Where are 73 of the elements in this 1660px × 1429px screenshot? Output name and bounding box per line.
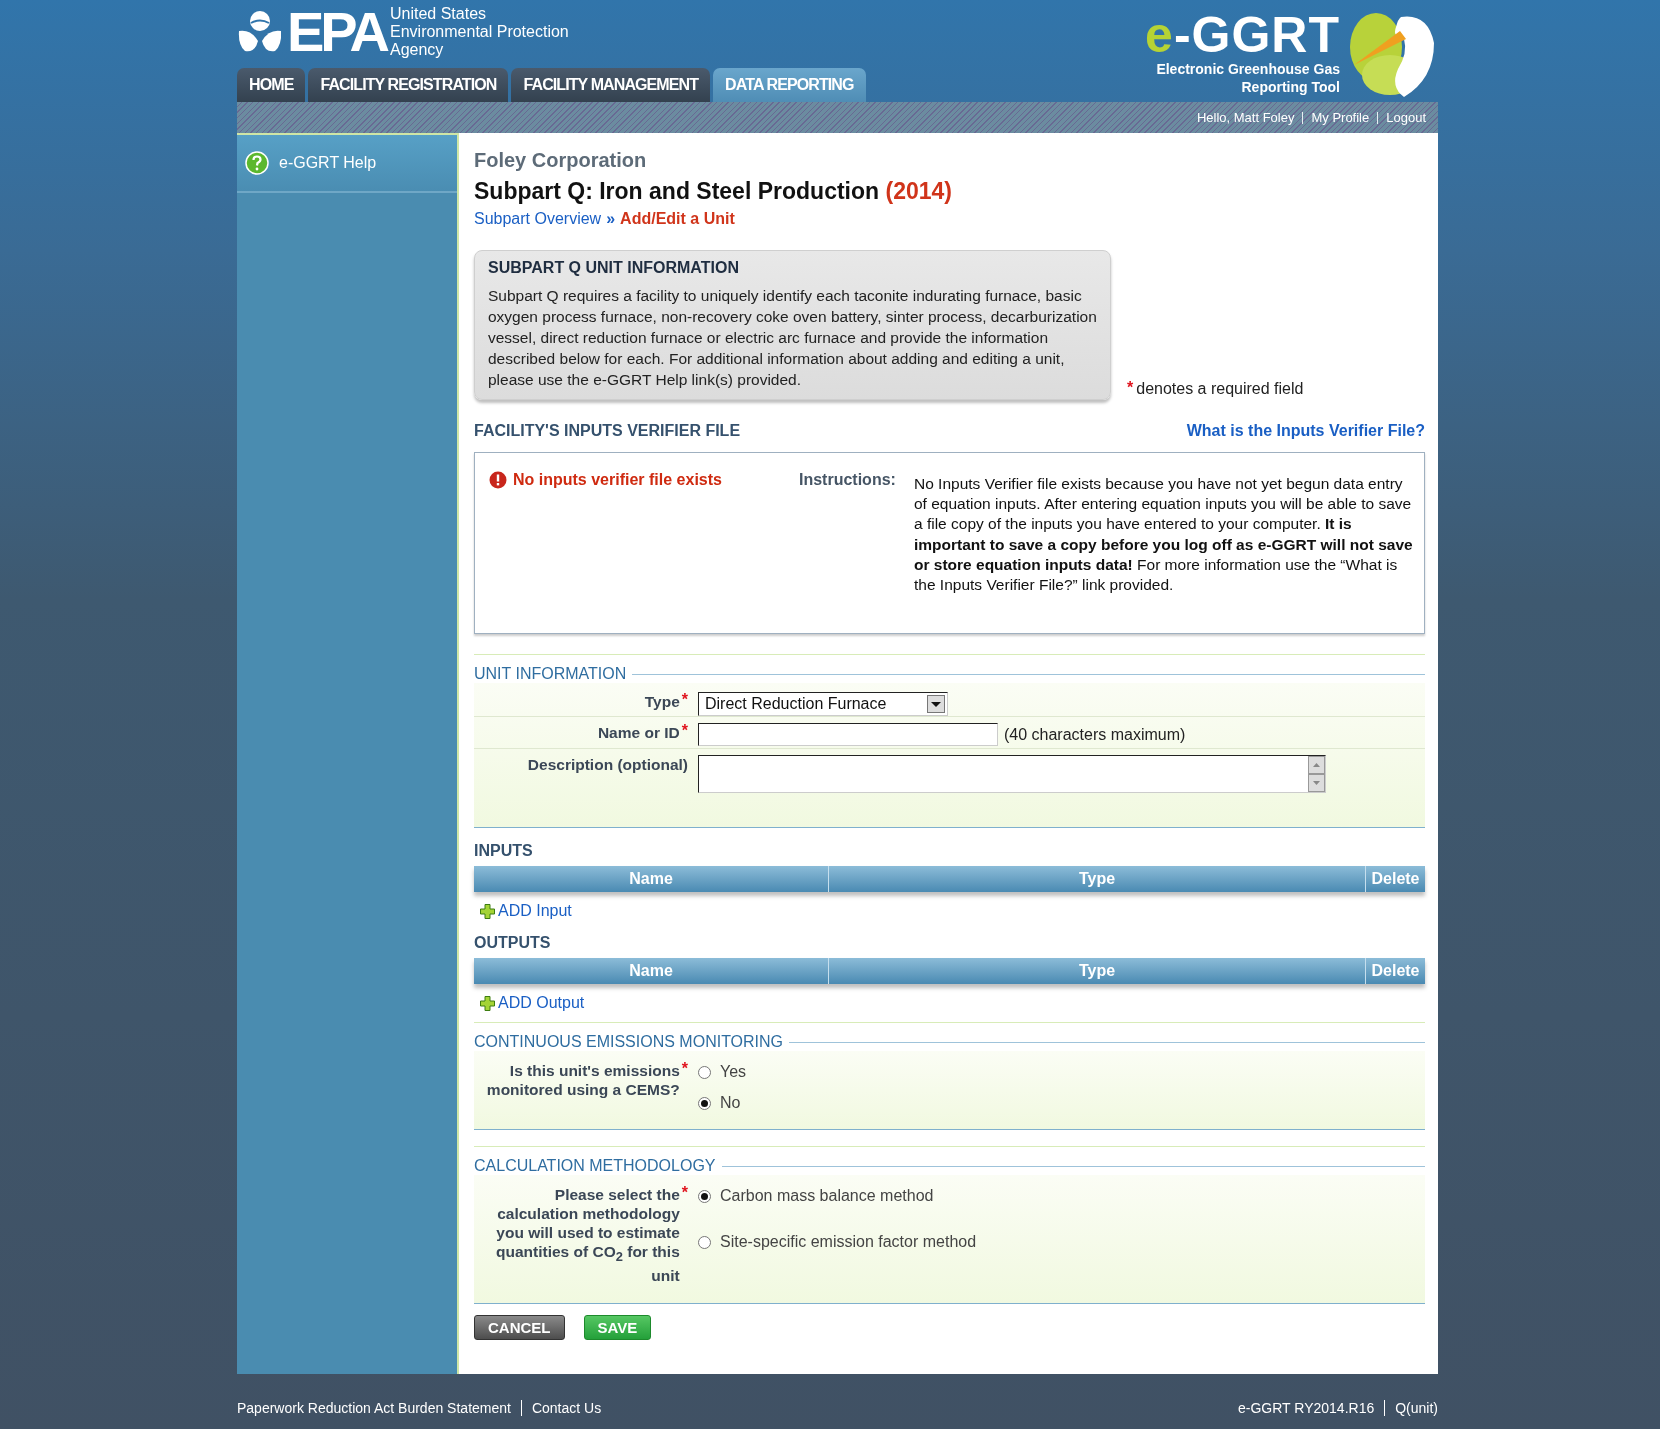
type-select[interactable]: Direct Reduction Furnace xyxy=(698,692,948,716)
column-header: Delete xyxy=(1365,958,1425,984)
nav-tab[interactable]: FACILITY MANAGEMENT xyxy=(511,68,711,102)
user-greeting: Hello, Matt Foley xyxy=(1196,110,1295,125)
agency-name: Environmental Protection xyxy=(390,23,569,41)
instructions-label: Instructions: xyxy=(799,471,897,490)
add-link[interactable]: ADD Input xyxy=(480,902,572,920)
column-header: Name xyxy=(628,869,674,889)
column-header: Type xyxy=(828,866,1365,892)
footer-link[interactable]: Paperwork Reduction Act Burden Statement xyxy=(237,1400,511,1416)
agency-name: United States xyxy=(390,5,488,23)
sidebar-item[interactable]: e-GGRT Help xyxy=(237,135,457,193)
scroll-arrows-icon xyxy=(1308,756,1325,792)
footer-text: e-GGRT RY2014.R16 xyxy=(1238,1400,1375,1416)
section-legend: CALCULATION METHODOLOGY xyxy=(474,1157,716,1175)
radio-option[interactable]: Carbon mass balance method xyxy=(698,1187,1425,1205)
required-note: denotes a required field xyxy=(1136,380,1304,398)
name-input[interactable] xyxy=(698,723,998,746)
caret-icon xyxy=(927,695,945,713)
description-field[interactable] xyxy=(698,755,1326,793)
question-label: Is this unit's emissions monitored using a CEMS? xyxy=(485,1061,680,1099)
radio-option[interactable]: No xyxy=(698,1094,1425,1112)
radio-button[interactable] xyxy=(698,1235,711,1249)
add-link[interactable]: ADD Output xyxy=(480,994,585,1012)
column-header: Delete xyxy=(1365,866,1425,892)
field-hint: (40 characters maximum) xyxy=(1004,725,1186,744)
radio-option[interactable]: Site-specific emission factor method xyxy=(698,1233,1425,1251)
section-heading: FACILITY'S INPUTS VERIFIER FILE xyxy=(474,422,741,440)
facility-name: Foley Corporation xyxy=(474,149,648,172)
help-icon xyxy=(245,151,269,175)
question-label: Please select the calculation methodology you will used to estimate quantities of CO$_{2}$ for this unit xyxy=(495,1185,680,1286)
nav-tab[interactable]: HOME xyxy=(237,68,306,102)
required-mark: * xyxy=(681,1185,688,1201)
tool-logo: e-GGRT xyxy=(1145,10,1340,60)
section-legend: UNIT INFORMATION xyxy=(474,665,627,683)
user-link[interactable]: Logout xyxy=(1386,110,1426,125)
alert-icon xyxy=(489,471,507,489)
field-label: Description (optional) xyxy=(527,755,688,774)
tool-name: Reporting Tool xyxy=(1241,78,1340,96)
tool-name: Electronic Greenhouse Gas xyxy=(1156,60,1340,78)
required-mark: * xyxy=(681,692,688,708)
info-text: Subpart Q requires a facility to uniquely identify each taconite indurating furnace, basic oxygen process furnace, non-recovery coke oven battery, sinter process, decarburization vessel, direct reduction furnace or electric arc furnace and provide the information described below for each. For additional information about adding and editing a unit, please use the e-GGRT Help link(s) provided. xyxy=(488,286,1098,390)
info-heading: SUBPART Q UNIT INFORMATION xyxy=(488,259,740,277)
required-mark: * xyxy=(681,723,688,739)
field-label: Type xyxy=(644,692,680,711)
breadcrumb-link[interactable]: Subpart Overview xyxy=(474,210,602,228)
help-link[interactable]: What is the Inputs Verifier File? xyxy=(1186,422,1425,440)
status-message: No inputs verifier file exists xyxy=(513,471,722,489)
breadcrumb-link[interactable]: Add/Edit a Unit xyxy=(620,210,735,228)
footer-text: Q(unit) xyxy=(1395,1400,1438,1416)
required-mark: * xyxy=(1127,380,1134,396)
cancel-button[interactable]: CANCEL xyxy=(474,1315,565,1340)
radio-button[interactable] xyxy=(698,1189,711,1203)
agency-logo: EPA xyxy=(287,4,386,60)
page-title: Subpart Q: Iron and Steel Production (2014) xyxy=(474,178,953,205)
field-label: Name or ID xyxy=(597,723,680,742)
radio-button[interactable] xyxy=(698,1065,711,1079)
radio-option[interactable]: Yes xyxy=(698,1063,1425,1081)
section-legend: CONTINUOUS EMISSIONS MONITORING xyxy=(474,1033,784,1051)
plus-icon xyxy=(480,995,495,1011)
required-mark: * xyxy=(681,1061,688,1077)
nav-tab[interactable]: FACILITY REGISTRATION xyxy=(308,68,509,102)
user-link[interactable]: My Profile xyxy=(1311,110,1370,125)
section-heading: OUTPUTS xyxy=(474,934,552,952)
footer-link[interactable]: Contact Us xyxy=(531,1400,602,1416)
column-header: Type xyxy=(828,958,1365,984)
agency-name: Agency xyxy=(390,41,445,59)
instructions-text: No Inputs Verifier file exists because you have not yet begun data entry of equation inputs. After entering equation inputs you will be able to save a file copy of the inputs you have entered to your computer. It is important to save a copy before you log off as e-GGRT will not save or store equation inputs data! For more information use the “What is the Inputs Verifier File?” link provided. xyxy=(914,474,1414,595)
column-header: Name xyxy=(628,961,674,981)
section-heading: INPUTS xyxy=(474,842,534,860)
breadcrumb-separator: » xyxy=(606,210,616,228)
radio-button[interactable] xyxy=(698,1096,711,1110)
plus-icon xyxy=(480,903,495,919)
